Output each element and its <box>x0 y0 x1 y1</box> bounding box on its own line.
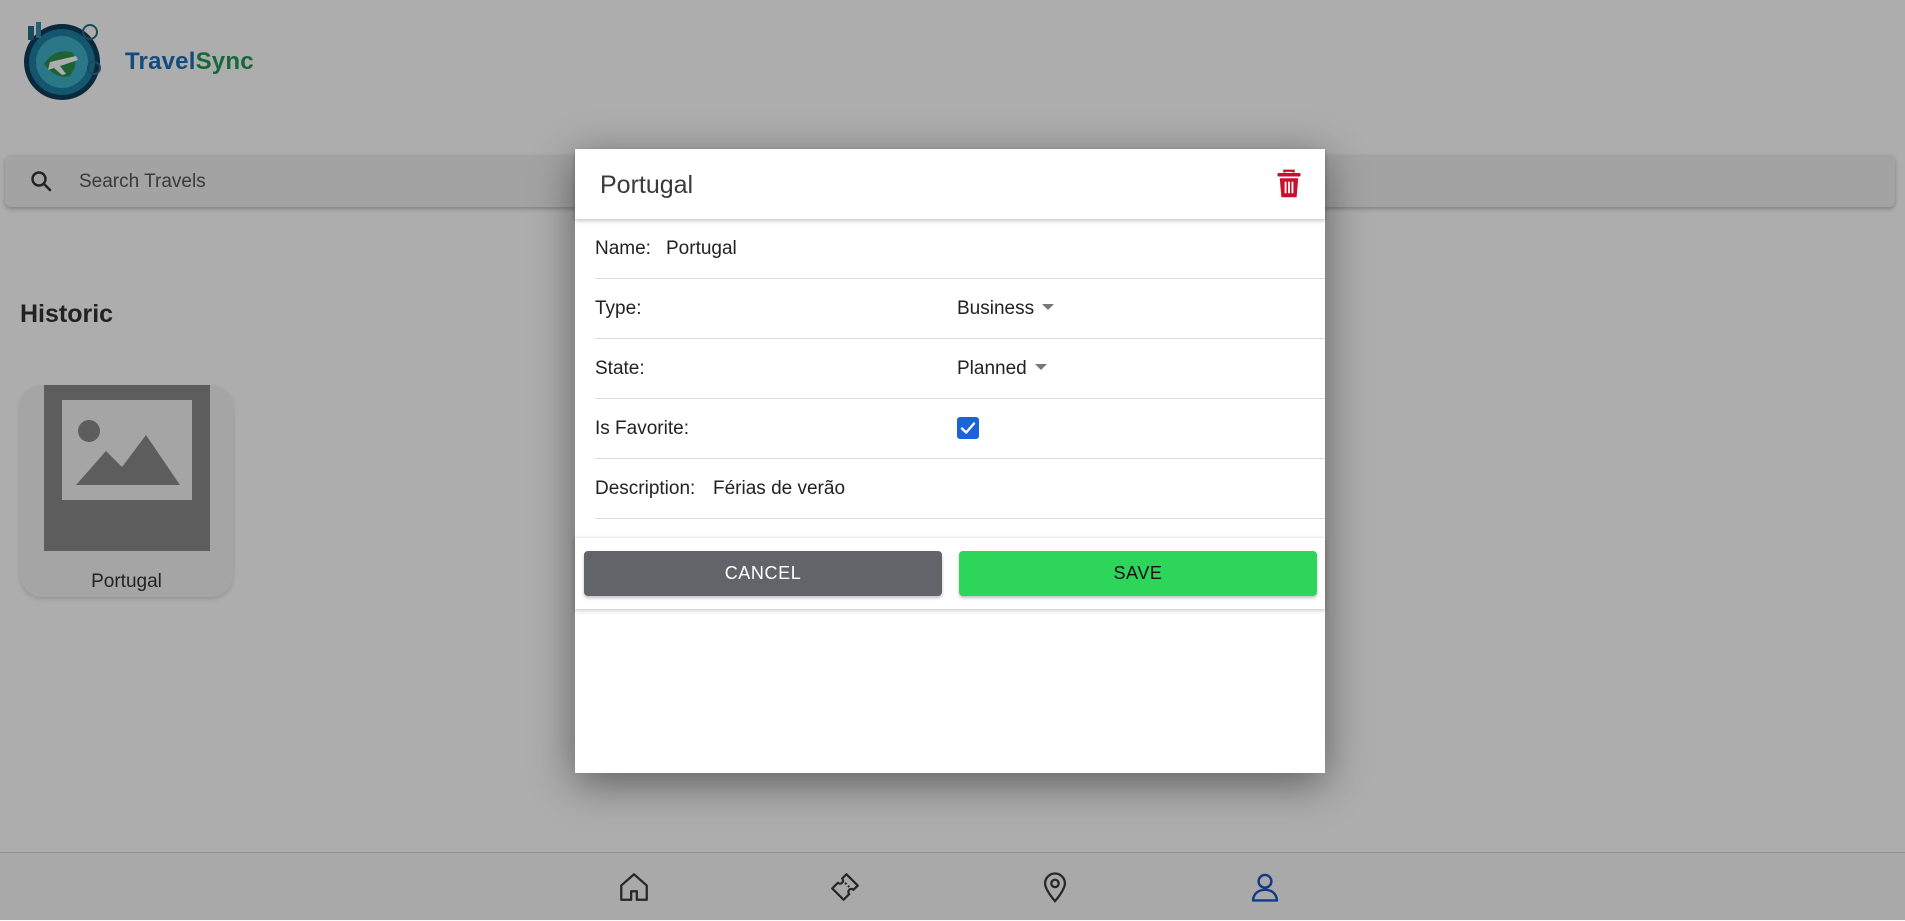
state-select-value: Planned <box>957 358 1027 379</box>
type-label: Type: <box>595 298 642 319</box>
caret-down-icon <box>1042 303 1055 310</box>
name-field[interactable]: Portugal <box>666 238 737 260</box>
modal-footer: CANCEL SAVE <box>575 538 1325 609</box>
state-select[interactable]: Planned <box>957 358 1047 380</box>
description-label: Description: <box>595 478 696 499</box>
name-row: Name: Portugal <box>595 219 1325 279</box>
modal-title: Portugal <box>600 171 694 199</box>
state-row: State: Planned <box>595 339 1325 399</box>
type-row: Type: Business <box>595 279 1325 339</box>
caret-down-icon <box>1034 363 1047 370</box>
trash-icon[interactable] <box>1275 169 1303 199</box>
favorite-label: Is Favorite: <box>595 418 689 439</box>
favorite-checkbox[interactable] <box>957 417 979 439</box>
cancel-button[interactable]: CANCEL <box>584 551 942 596</box>
description-field[interactable]: Férias de verão <box>713 478 845 500</box>
modal-header: Portugal <box>575 149 1325 219</box>
favorite-row: Is Favorite: <box>595 399 1325 459</box>
name-label: Name: <box>595 238 651 259</box>
type-select[interactable]: Business <box>957 298 1055 320</box>
save-button[interactable]: SAVE <box>959 551 1317 596</box>
edit-travel-modal: Portugal Name: Portugal Type: Business S… <box>575 149 1325 773</box>
checkmark-icon <box>960 422 976 434</box>
state-label: State: <box>595 358 645 379</box>
type-select-value: Business <box>957 298 1035 319</box>
description-row: Description: Férias de verão <box>595 459 1325 519</box>
